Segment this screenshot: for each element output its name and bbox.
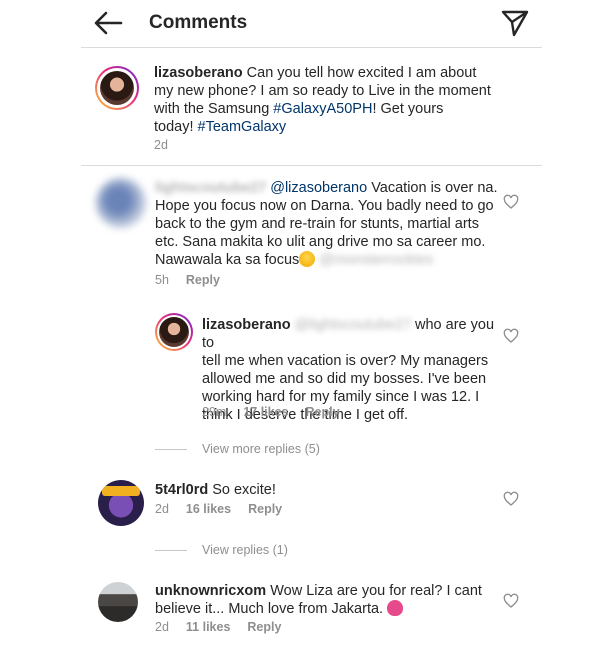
hashtag-link[interactable]: #TeamGalaxy <box>198 119 287 135</box>
heart-icon[interactable] <box>503 194 519 210</box>
likes-count[interactable]: 11 likes <box>186 620 231 634</box>
caption-timestamp: 2d <box>154 138 168 152</box>
comment-meta: 2d 11 likes Reply <box>155 620 282 634</box>
avatar[interactable] <box>98 582 138 622</box>
avatar-ring[interactable] <box>155 313 193 351</box>
avatar <box>159 317 189 347</box>
avatar-logo <box>102 486 140 496</box>
mention-link[interactable]: @lizasoberano <box>270 180 367 196</box>
reply-meta: 29m 17 likes Reply <box>202 405 340 419</box>
comment-username[interactable]: 5t4rl0rd <box>155 482 208 498</box>
avatar[interactable] <box>98 480 144 526</box>
caption-username[interactable]: lizasoberano <box>154 65 243 81</box>
comment-text: lightscoutube27 @lizasoberano Vacation i… <box>155 180 498 268</box>
comment-username[interactable]: unknownricxom <box>155 583 266 599</box>
page-title: Comments <box>149 12 248 33</box>
pensive-face-emoji-icon <box>299 251 316 267</box>
comment-username[interactable]: lightscoutube27 <box>155 180 266 196</box>
view-more-replies-button[interactable]: View more replies (5) <box>202 442 320 456</box>
avatar[interactable] <box>96 178 146 228</box>
heart-icon[interactable] <box>503 593 519 609</box>
comment-text: 5t4rl0rd So excite! <box>155 482 276 498</box>
likes-count[interactable]: 17 likes <box>243 405 288 419</box>
comments-header: Comments <box>81 0 542 48</box>
paper-plane-icon <box>501 10 529 37</box>
likes-count[interactable]: 16 likes <box>186 502 231 516</box>
comment-text: unknownricxom Wow Liza are you for real?… <box>155 583 482 617</box>
caption-text: lizasoberano Can you tell how excited I … <box>154 65 491 135</box>
avatar <box>100 71 134 105</box>
heart-icon[interactable] <box>503 491 519 507</box>
heart-icon[interactable] <box>503 328 519 344</box>
reply-button[interactable]: Reply <box>248 502 282 516</box>
replies-divider <box>155 550 187 551</box>
hashtag-link[interactable]: #GalaxyA50PH <box>273 101 372 117</box>
comment-meta: 5h Reply <box>155 273 220 287</box>
blurred-mention: @monsterrocktes <box>319 252 434 268</box>
replies-divider <box>155 449 187 450</box>
back-button[interactable] <box>91 8 127 38</box>
sparkling-heart-emoji-icon <box>387 600 404 616</box>
reply-username[interactable]: lizasoberano <box>202 317 291 333</box>
comment-meta: 2d 16 likes Reply <box>155 502 283 516</box>
arrow-left-icon <box>94 11 123 35</box>
reply-button[interactable]: Reply <box>186 273 220 287</box>
share-button[interactable] <box>499 6 531 38</box>
view-replies-button[interactable]: View replies (1) <box>202 543 288 557</box>
reply-button[interactable]: Reply <box>247 620 281 634</box>
blurred-mention: @lightscoutube27 <box>294 317 411 333</box>
reply-button[interactable]: Reply <box>306 405 340 419</box>
post-caption: lizasoberano Can you tell how excited I … <box>81 48 542 166</box>
avatar-ring[interactable] <box>95 66 139 110</box>
